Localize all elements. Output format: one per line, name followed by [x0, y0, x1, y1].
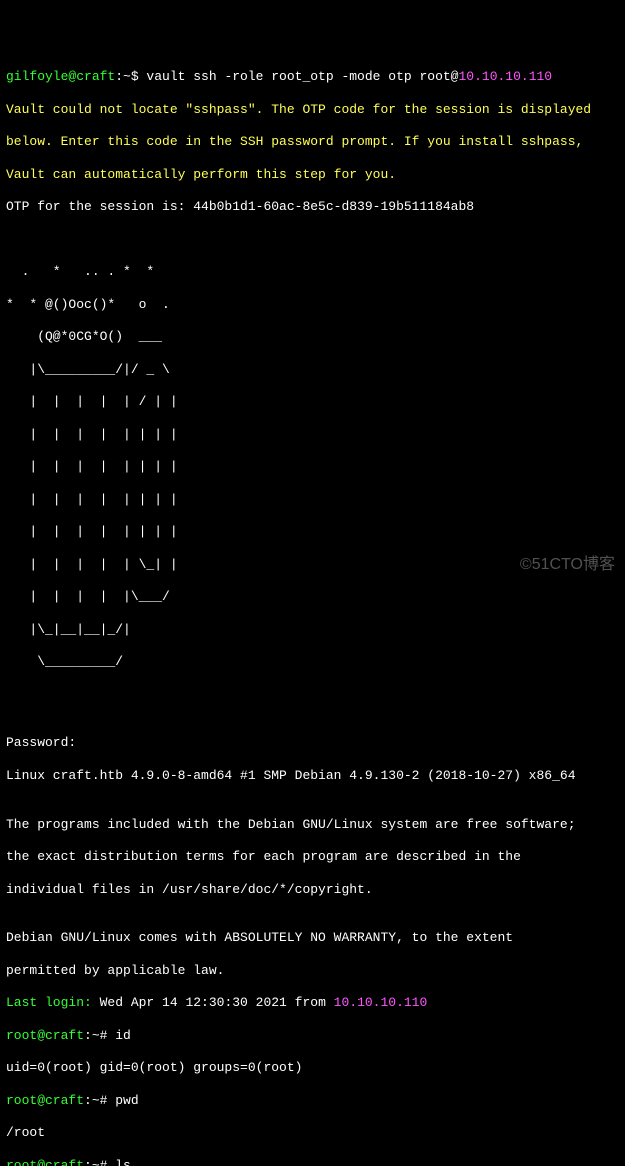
ip-address: 10.10.10.110 [458, 69, 552, 84]
prompt-userhost: root@craft [6, 1028, 84, 1043]
ascii-art: | | | | | | | | [6, 524, 619, 540]
ascii-art: |\_|__|__|_/| [6, 622, 619, 638]
prompt-line: root@craft:~# pwd [6, 1093, 619, 1109]
command-text: vault ssh -role root_otp -mode otp root@ [139, 69, 459, 84]
pwd-output: /root [6, 1125, 619, 1141]
prompt-line: root@craft:~# id [6, 1028, 619, 1044]
ascii-art: | | | | | | | | [6, 427, 619, 443]
ascii-art: | | | | | | | | [6, 459, 619, 475]
ascii-art: | | | | | / | | [6, 394, 619, 410]
terminal-line-1: gilfoyle@craft:~$ vault ssh -role root_o… [6, 69, 619, 85]
motd-line: the exact distribution terms for each pr… [6, 849, 619, 865]
ascii-art: (Q@*0CG*O() ___ [6, 329, 619, 345]
last-login-ip: 10.10.10.110 [334, 995, 428, 1010]
command-text: pwd [107, 1093, 138, 1108]
otp-line: OTP for the session is: 44b0b1d1-60ac-8e… [6, 199, 619, 215]
ascii-art: \_________/ [6, 654, 619, 670]
last-login-line: Last login: Wed Apr 14 12:30:30 2021 fro… [6, 995, 619, 1011]
password-prompt: Password: [6, 735, 619, 751]
prompt-userhost: root@craft [6, 1158, 84, 1166]
ascii-art: |\_________/|/ _ \ [6, 362, 619, 378]
ascii-art: * * @()Ooc()* o . [6, 297, 619, 313]
command-text: id [107, 1028, 130, 1043]
motd-line: Debian GNU/Linux comes with ABSOLUTELY N… [6, 930, 619, 946]
ascii-art: | | | | | | | | [6, 492, 619, 508]
motd-line: The programs included with the Debian GN… [6, 817, 619, 833]
warning-line: Vault can automatically perform this ste… [6, 167, 619, 183]
id-output: uid=0(root) gid=0(root) groups=0(root) [6, 1060, 619, 1076]
watermark: ©51CTO博客 [520, 555, 615, 575]
prompt-userhost: gilfoyle@craft [6, 69, 115, 84]
command-text: ls [107, 1158, 130, 1166]
prompt-userhost: root@craft [6, 1093, 84, 1108]
ascii-art: | | | | |\___/ [6, 589, 619, 605]
warning-line: Vault could not locate "sshpass". The OT… [6, 102, 619, 118]
warning-line: below. Enter this code in the SSH passwo… [6, 134, 619, 150]
last-login-label: Last login: [6, 995, 92, 1010]
motd-line: permitted by applicable law. [6, 963, 619, 979]
ascii-art: . * .. . * * [6, 264, 619, 280]
uname-output: Linux craft.htb 4.9.0-8-amd64 #1 SMP Deb… [6, 768, 619, 784]
prompt-line: root@craft:~# ls [6, 1158, 619, 1166]
motd-line: individual files in /usr/share/doc/*/cop… [6, 882, 619, 898]
